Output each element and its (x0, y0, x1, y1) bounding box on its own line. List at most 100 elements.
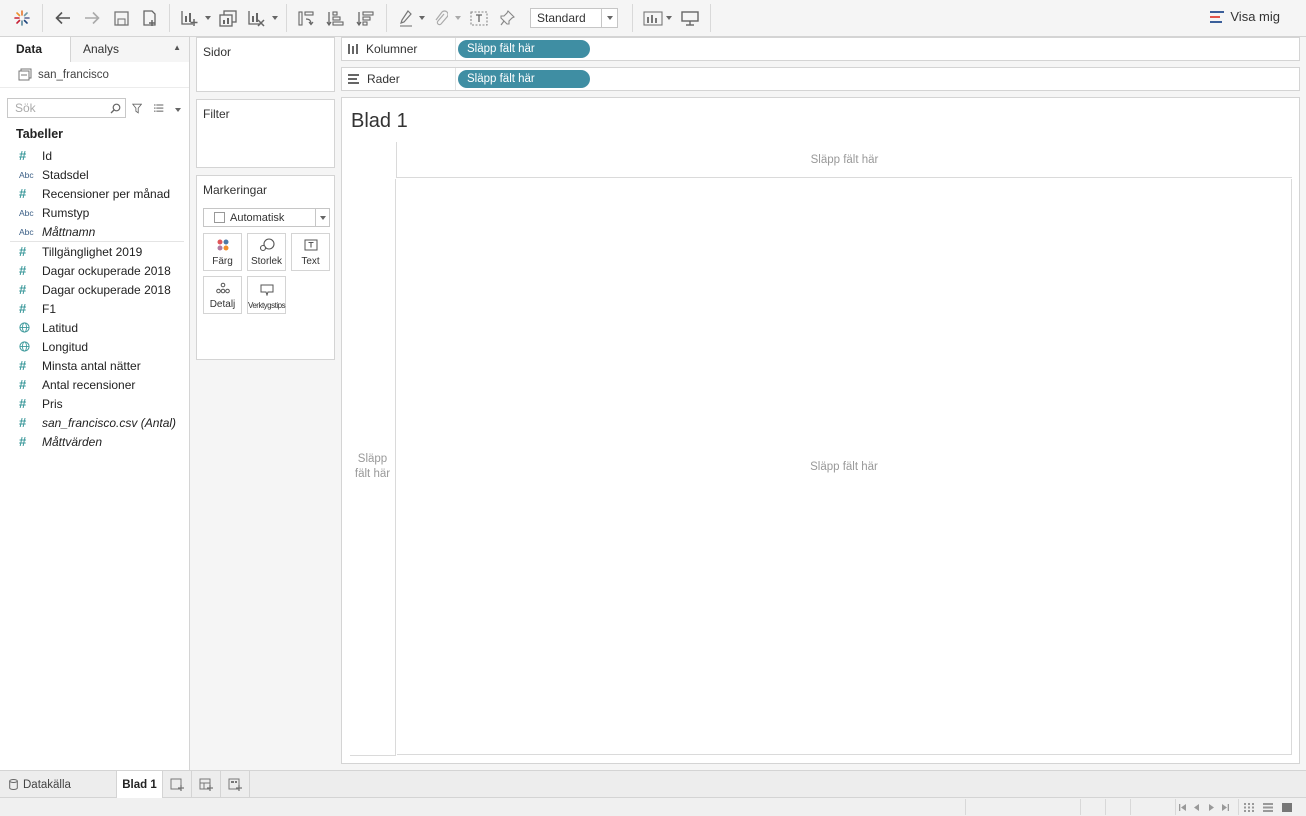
field-item[interactable]: # Pris (0, 394, 190, 413)
field-item[interactable]: Latitud (0, 318, 190, 337)
globe-icon (0, 322, 42, 333)
rows-drop-zone[interactable]: Släpp fält här (350, 179, 396, 755)
color-button[interactable]: Färg (203, 233, 242, 271)
columns-drop-pill[interactable]: Släpp fält här (458, 40, 590, 58)
field-item[interactable]: # Minsta antal nätter (0, 356, 190, 375)
view-mode-value: Standard (537, 11, 586, 25)
group-icon[interactable] (431, 6, 451, 30)
field-item[interactable]: # Måttvärden (0, 432, 190, 451)
tab-view-icon[interactable] (1282, 802, 1292, 812)
columns-drop-zone[interactable]: Släpp fält här (396, 142, 1292, 178)
view-list-dropdown[interactable] (175, 101, 181, 115)
tableau-logo-icon[interactable] (10, 6, 34, 30)
rows-drop-divider (350, 755, 396, 756)
clear-sheet-dropdown[interactable] (270, 6, 280, 30)
tables-header: Tabeller (16, 127, 64, 141)
labels-icon[interactable] (468, 6, 490, 30)
duplicate-sheet-icon[interactable] (217, 6, 239, 30)
mark-type-select[interactable]: Automatisk (203, 208, 330, 227)
mark-type-value: Automatisk (230, 211, 285, 224)
field-name: Longitud (42, 339, 89, 354)
field-item[interactable]: # Antal recensioner (0, 375, 190, 394)
field-item[interactable]: # san_francisco.csv (Antal) (0, 413, 190, 432)
new-worksheet-button[interactable] (163, 771, 192, 798)
tab-data[interactable]: Data (0, 37, 71, 62)
view-list-icon[interactable] (154, 103, 165, 114)
worksheet-view: Blad 1 Släpp fält här Släpp fält här Slä… (341, 97, 1300, 764)
fit-dropdown[interactable] (664, 6, 674, 30)
clear-sheet-icon[interactable] (245, 6, 267, 30)
filmstrip-view-icon[interactable] (1263, 802, 1273, 812)
field-item[interactable]: # Recensioner per månad (0, 184, 190, 203)
field-item[interactable]: # F1 (0, 299, 190, 318)
color-icon (216, 236, 230, 254)
columns-label: Kolumner (366, 42, 418, 56)
new-story-button[interactable] (221, 771, 250, 798)
view-mode-select[interactable]: Standard (530, 8, 618, 28)
new-dashboard-icon (199, 778, 213, 791)
undo-icon[interactable] (52, 6, 74, 30)
fit-icon[interactable] (641, 6, 665, 30)
highlight-icon[interactable] (396, 6, 416, 30)
save-icon[interactable] (111, 6, 131, 30)
size-button[interactable]: Storlek (247, 233, 286, 271)
text-icon (304, 236, 318, 254)
tooltip-button[interactable]: Verktygstips (247, 276, 286, 314)
number-type-icon: # (19, 415, 27, 430)
field-item[interactable]: Longitud (0, 337, 190, 356)
tab-analysis[interactable]: Analys ▲︎ (71, 37, 189, 62)
presentation-icon[interactable] (679, 6, 701, 30)
filters-title: Filter (203, 107, 230, 121)
text-button[interactable]: Text (291, 233, 330, 271)
datasource-tab[interactable]: Datakälla (0, 771, 117, 798)
new-dashboard-button[interactable] (192, 771, 221, 798)
sheet-tab-active[interactable]: Blad 1 (117, 771, 163, 798)
grid-view-icon[interactable] (1244, 802, 1254, 812)
data-pane: Data Analys ▲︎ san_francisco Tabeller # I… (0, 37, 190, 770)
first-page-icon[interactable] (1178, 802, 1188, 812)
field-item[interactable]: # Dagar ockuperade 2018 (0, 261, 190, 280)
rows-label: Rader (367, 72, 400, 86)
rows-icon (348, 74, 359, 84)
fix-axes-icon[interactable] (497, 6, 517, 30)
tooltip-label: Verktygstips (247, 301, 286, 310)
columns-shelf[interactable]: Kolumner Släpp fält här (341, 37, 1300, 61)
show-me-button[interactable]: Visa mig (1210, 9, 1280, 24)
pane-tabs: Data Analys ▲︎ (0, 37, 189, 62)
new-sheet-icon[interactable] (178, 6, 200, 30)
field-item[interactable]: Abc Rumstyp (0, 203, 190, 222)
rows-drop-pill[interactable]: Släpp fält här (458, 70, 590, 88)
database-icon (9, 779, 18, 790)
field-item[interactable]: # Tillgänglighet 2019 (0, 242, 190, 261)
filter-icon[interactable] (132, 102, 143, 115)
add-datasource-icon[interactable] (140, 6, 160, 30)
rows-shelf[interactable]: Rader Släpp fält här (341, 67, 1300, 91)
sheet-title[interactable]: Blad 1 (351, 110, 408, 133)
last-page-icon[interactable] (1220, 802, 1230, 812)
field-item[interactable]: Abc Stadsdel (0, 165, 190, 184)
datasource-icon (18, 68, 32, 81)
swap-icon[interactable] (295, 6, 317, 30)
number-type-icon: # (19, 396, 27, 411)
highlight-dropdown[interactable] (417, 6, 427, 30)
sort-descending-icon[interactable] (354, 6, 376, 30)
canvas-drop-zone[interactable]: Släpp fält här (397, 179, 1292, 755)
datasource-item[interactable]: san_francisco (0, 62, 189, 88)
pages-title: Sidor (203, 45, 232, 59)
group-dropdown[interactable] (453, 6, 463, 30)
columns-shelf-label: Kolumner (342, 38, 456, 60)
next-page-icon[interactable] (1206, 802, 1216, 812)
field-item[interactable]: Abc Måttnamn (0, 222, 190, 241)
color-label: Färg (212, 256, 233, 267)
pages-shelf[interactable]: Sidor (196, 37, 335, 92)
search-field[interactable] (7, 98, 126, 118)
filters-shelf[interactable]: Filter (196, 99, 335, 168)
detail-button[interactable]: Detalj (203, 276, 242, 314)
new-sheet-dropdown[interactable] (203, 6, 213, 30)
sort-ascending-icon[interactable] (324, 6, 346, 30)
previous-page-icon[interactable] (1192, 802, 1202, 812)
redo-icon[interactable] (81, 6, 103, 30)
field-item[interactable]: # Dagar ockuperade 2018 (0, 280, 190, 299)
field-item[interactable]: # Id (0, 146, 190, 165)
search-input[interactable] (15, 101, 110, 115)
